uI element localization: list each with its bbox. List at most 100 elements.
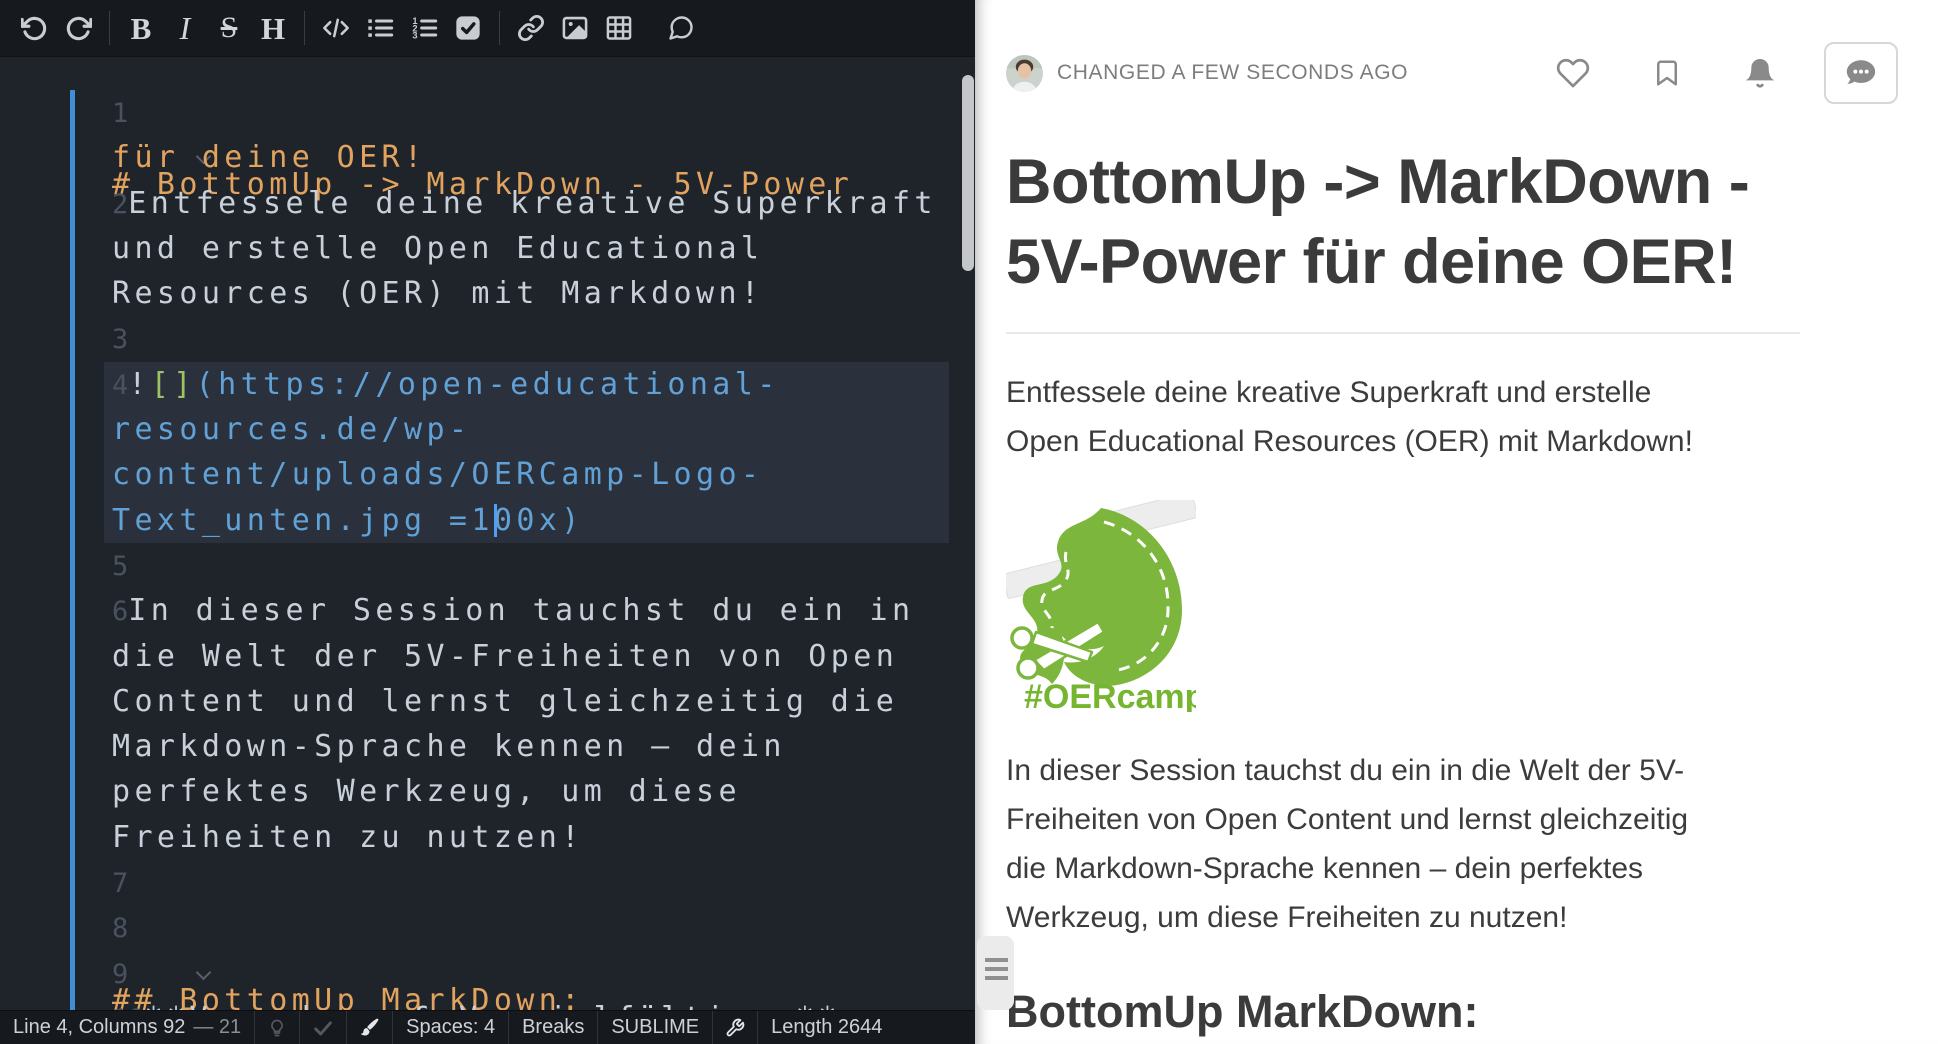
spaces-label: Spaces: 4 [406, 1016, 495, 1039]
bookmark-button[interactable] [1652, 58, 1682, 88]
table-button[interactable] [597, 6, 641, 50]
strikethrough-button[interactable]: S [207, 6, 251, 50]
editor-line[interactable]: Resources (OER) mit Markdown! [0, 271, 975, 316]
code-icon [322, 14, 350, 42]
cursor-position-status: Line 4, Columns 92 — 21 [0, 1011, 255, 1044]
indent-setting[interactable]: Spaces: 4 [393, 1011, 509, 1044]
code-token: Freiheiten zu nutzen! [112, 820, 584, 855]
note-title: BottomUp -> MarkDown - 5V-Power für dein… [1006, 142, 1938, 302]
code-lines: 1# BottomUp -> MarkDown - 5V-Powerfür de… [0, 90, 975, 1010]
bookmark-icon [1652, 58, 1682, 88]
code-token: [] [151, 367, 196, 402]
toolbar-separator [499, 11, 500, 45]
code-token: In dieser Session tauchst du ein in [128, 593, 914, 628]
code-token: ! [128, 367, 150, 402]
editor-line[interactable]: 1# BottomUp -> MarkDown - 5V-Power [0, 90, 975, 135]
editor-line[interactable]: die Welt der 5V-Freiheiten von Open [0, 634, 975, 679]
italic-icon: I [180, 12, 191, 44]
code-token: Entfessele deine kreative Superkraft [128, 186, 937, 221]
editor-line[interactable]: perfektes Werkzeug, um diese [0, 769, 975, 814]
ordered-list-button[interactable]: 123 [402, 6, 446, 50]
editor-line[interactable]: content/uploads/OERCamp-Logo- [0, 452, 975, 497]
title-divider [1006, 332, 1800, 334]
heading-button[interactable]: H [251, 6, 295, 50]
code-button[interactable] [314, 6, 358, 50]
theme-brush-toggle[interactable] [347, 1011, 393, 1044]
unordered-list-button[interactable] [358, 6, 402, 50]
code-token: 00x) [494, 503, 584, 538]
line-number: 5 [112, 551, 128, 582]
editor-line[interactable]: 5 [0, 543, 975, 588]
editor-line[interactable]: Freiheiten zu nutzen! [0, 815, 975, 860]
image-button[interactable] [553, 6, 597, 50]
comment-icon [667, 14, 695, 42]
redo-button[interactable] [56, 6, 100, 50]
editor-scrollbar-thumb[interactable] [962, 75, 974, 271]
link-button[interactable] [509, 6, 553, 50]
last-changed-status: CHANGED A FEW SECONDS AGO [1057, 61, 1408, 85]
fold-chevron-icon[interactable] [198, 967, 975, 978]
editor-line[interactable]: 8## BottomUp MarkDown: [0, 905, 975, 950]
undo-button[interactable] [12, 6, 56, 50]
line-number: 9 [112, 959, 128, 990]
editor-line[interactable]: Markdown-Sprache kennen – dein [0, 724, 975, 769]
toc-handle[interactable] [977, 936, 1014, 1010]
line-number: 2 [112, 189, 128, 220]
strikethrough-icon: S [221, 13, 238, 43]
bell-icon [1744, 57, 1776, 89]
breaks-label: Breaks [522, 1016, 584, 1039]
comments-button[interactable] [1824, 42, 1898, 104]
editor-line[interactable]: Text_unten.jpg =100x) [0, 498, 975, 543]
bold-icon: B [131, 13, 152, 44]
unordered-list-icon [366, 14, 394, 42]
italic-button[interactable]: I [163, 6, 207, 50]
code-token: Resources (OER) mit Markdown! [112, 276, 763, 311]
comment-button[interactable] [659, 6, 703, 50]
editor-toolbar: B I S H 123 [0, 0, 975, 57]
linebreak-setting[interactable]: Breaks [509, 1011, 598, 1044]
editor-statusbar: Line 4, Columns 92 — 21 Spaces: 4 Breaks… [0, 1010, 975, 1044]
line-number: 3 [112, 324, 128, 355]
spellcheck-toggle[interactable] [300, 1011, 347, 1044]
code-editor[interactable]: 1# BottomUp -> MarkDown - 5V-Powerfür de… [0, 57, 975, 1010]
editor-line[interactable]: 2Entfessele deine kreative Superkraft [0, 181, 975, 226]
cursor-position-extra: — 21 [193, 1016, 241, 1039]
check-list-button[interactable] [446, 6, 490, 50]
keymap-setting[interactable]: SUBLIME [598, 1011, 713, 1044]
like-button[interactable] [1556, 56, 1590, 90]
editor-line[interactable]: 3 [0, 316, 975, 361]
toolbar-separator [304, 11, 305, 45]
note-actions [1494, 42, 1898, 104]
editor-line[interactable]: 4![](https://open-educational- [0, 362, 975, 407]
line-number: 10 [112, 1004, 145, 1010]
comment-bubble-icon [1844, 56, 1878, 90]
bold-button[interactable]: B [119, 6, 163, 50]
code-token: die Welt der 5V-Freiheiten von Open [112, 639, 898, 674]
line-number: 7 [112, 868, 128, 899]
section-heading: BottomUp MarkDown: [1006, 986, 1938, 1038]
change-indicator-bar [70, 90, 75, 1010]
preferences-button[interactable] [713, 1011, 758, 1044]
heading-icon: H [261, 13, 285, 44]
code-token: **Verwahren & Vervielfältigen** [145, 1001, 841, 1010]
hamburger-icon [985, 958, 1008, 962]
intro-paragraph: Entfessele deine kreative Superkraft und… [1006, 368, 1938, 466]
editor-line[interactable]: 6In dieser Session tauchst du ein in [0, 588, 975, 633]
editor-line[interactable]: und erstelle Open Educational [0, 226, 975, 271]
editor-line[interactable]: Content und lernst gleichzeitig die [0, 679, 975, 724]
redo-icon [65, 15, 92, 42]
code-token: resources.de/wp- [112, 412, 471, 447]
session-paragraph: In dieser Session tauchst du ein in die … [1006, 746, 1938, 942]
preview-header: CHANGED A FEW SECONDS AGO [1006, 40, 1898, 106]
preview-pane: CHANGED A FEW SECONDS AGO BottomUp -> Ma… [975, 0, 1938, 1044]
lightbulb-icon [267, 1018, 287, 1038]
night-mode-toggle[interactable] [255, 1011, 300, 1044]
editor-line[interactable]: 7 [0, 860, 975, 905]
brush-icon [359, 1017, 380, 1038]
line-number: 1 [112, 98, 128, 129]
avatar[interactable] [1006, 55, 1043, 92]
link-icon [517, 14, 545, 42]
subscribe-button[interactable] [1744, 57, 1776, 89]
editor-line[interactable]: resources.de/wp- [0, 407, 975, 452]
wrench-icon [725, 1018, 745, 1038]
